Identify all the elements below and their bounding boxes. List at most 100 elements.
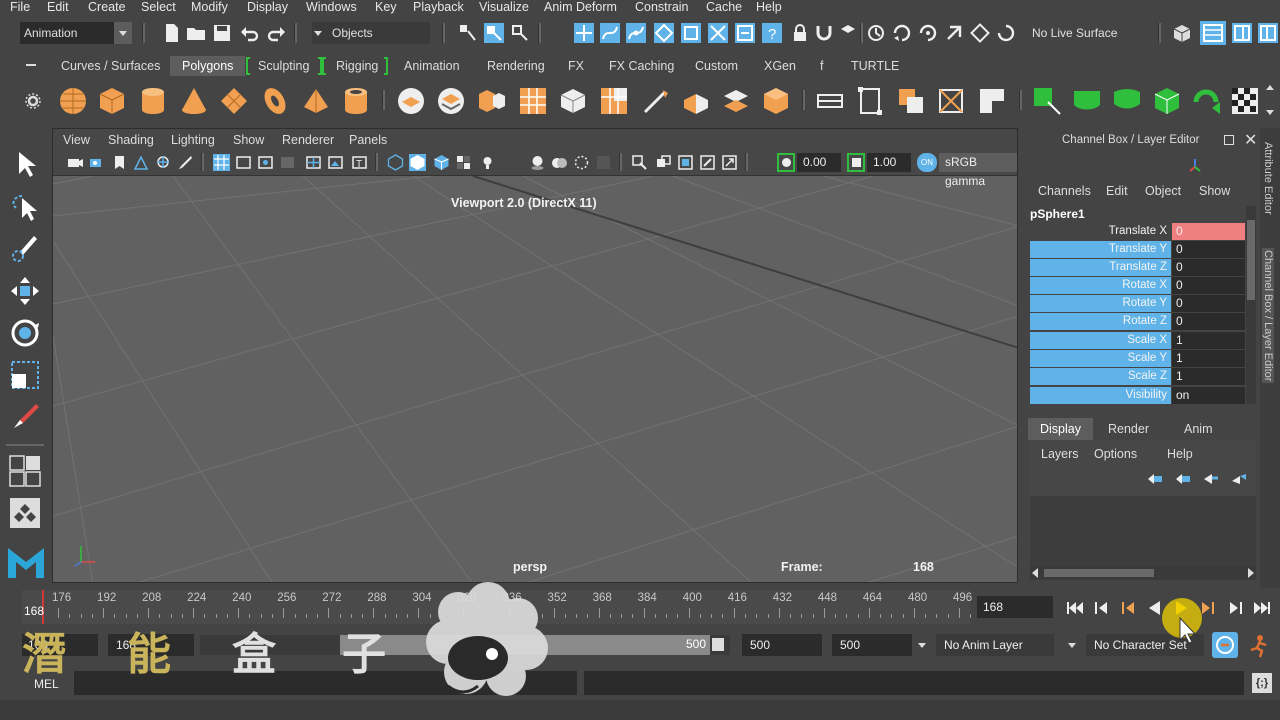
vp-menu-lighting[interactable]: Lighting — [171, 133, 215, 147]
float-panel-icon[interactable] — [1224, 135, 1234, 145]
channel-row[interactable]: Rotate Y0 — [1030, 295, 1245, 312]
tab-sculpting[interactable]: Sculpting — [252, 56, 315, 76]
xray-icon[interactable] — [655, 154, 672, 171]
cb-menu-edit[interactable]: Edit — [1106, 184, 1128, 198]
snap-view-plane-icon[interactable] — [654, 23, 674, 43]
range-end-handle[interactable] — [712, 638, 724, 651]
menuset-dropdown[interactable]: Animation — [20, 22, 132, 44]
menu-constrain[interactable]: Constrain — [635, 0, 689, 14]
multi-cut-icon[interactable] — [855, 86, 885, 116]
channel-name[interactable]: Scale Z — [1030, 368, 1171, 385]
channel-name[interactable]: Scale X — [1030, 332, 1171, 349]
layer-menu-help[interactable]: Help — [1167, 447, 1193, 461]
go-to-start-icon[interactable] — [1065, 598, 1085, 618]
open-folder-icon[interactable] — [186, 23, 206, 43]
undo-icon[interactable] — [240, 23, 260, 43]
gate-mask-icon[interactable] — [279, 154, 296, 171]
snap-live-icon[interactable] — [708, 23, 728, 43]
poly-torus-icon[interactable] — [260, 86, 290, 116]
frame-selection-icon[interactable] — [721, 154, 738, 171]
move-tool-icon[interactable] — [8, 274, 42, 308]
channel-name[interactable]: Translate X — [1030, 223, 1171, 240]
layer-menu-options[interactable]: Options — [1094, 447, 1137, 461]
combine-icon[interactable] — [396, 86, 426, 116]
selection-mode-dropdown[interactable]: Objects — [312, 22, 430, 44]
motion-blur-icon[interactable] — [573, 154, 590, 171]
lights-icon[interactable] — [479, 154, 496, 171]
tab-display[interactable]: Display — [1028, 418, 1093, 440]
image-plane-icon[interactable] — [133, 154, 150, 171]
snap-surface-icon[interactable] — [681, 23, 701, 43]
smooth-icon[interactable] — [518, 86, 548, 116]
move-layer-up-icon[interactable] — [1146, 472, 1164, 486]
channel-row[interactable]: Visibility on — [1030, 387, 1245, 404]
color-management-toggle[interactable]: ON — [917, 153, 937, 172]
viewport-scene[interactable]: Viewport 2.0 (DirectX 11) persp Frame: 1… — [53, 176, 1017, 582]
poly-pyramid-icon[interactable] — [301, 86, 331, 116]
uv-editor-icon[interactable] — [1192, 86, 1222, 116]
range-end-field[interactable]: 500 — [742, 634, 822, 656]
menu-visualize[interactable]: Visualize — [479, 0, 529, 14]
output-ops-icon[interactable] — [918, 23, 938, 43]
construction-history-icon[interactable] — [944, 23, 964, 43]
channel-value[interactable]: 0 — [1172, 295, 1245, 312]
tab-animation[interactable]: Animation — [398, 56, 466, 76]
gear-icon[interactable] — [24, 92, 42, 110]
anim-layer-dropdown[interactable]: No Anim Layer — [936, 634, 1054, 656]
textured-icon[interactable] — [455, 154, 472, 171]
cb-menu-channels[interactable]: Channels — [1038, 184, 1091, 198]
shelf-scroll-arrows-icon[interactable] — [1264, 82, 1276, 118]
tab-render[interactable]: Render — [1096, 418, 1161, 440]
auto-key-icon[interactable] — [1212, 632, 1238, 658]
channel-box-options-icon[interactable] — [1186, 156, 1204, 174]
menu-file[interactable]: File — [10, 0, 30, 14]
grid-toggle-icon[interactable] — [213, 154, 230, 171]
wireframe-on-shaded-icon[interactable] — [433, 154, 450, 171]
channel-name[interactable]: Visibility — [1030, 387, 1171, 404]
vp-menu-panels[interactable]: Panels — [349, 133, 387, 147]
merge-icon[interactable] — [936, 86, 966, 116]
exposure-field[interactable]: 0.00 — [797, 153, 841, 172]
bridge-icon[interactable] — [721, 86, 751, 116]
save-icon[interactable] — [212, 23, 232, 43]
current-frame-field[interactable]: 168 — [977, 596, 1053, 618]
menu-edit[interactable]: Edit — [47, 0, 69, 14]
extract-icon[interactable] — [477, 86, 507, 116]
scroll-left-icon[interactable] — [1032, 568, 1038, 578]
scroll-right-icon[interactable] — [1248, 568, 1254, 578]
scale-tool-icon[interactable] — [8, 358, 42, 392]
field-chart-icon[interactable] — [305, 154, 322, 171]
exposure-icon[interactable] — [777, 153, 795, 172]
channel-name[interactable]: Rotate X — [1030, 277, 1171, 294]
safe-title-icon[interactable]: T — [351, 154, 368, 171]
camera-attributes-icon[interactable] — [89, 154, 106, 171]
outliner-layout-icon[interactable] — [8, 496, 42, 530]
menu-display[interactable]: Display — [247, 0, 288, 14]
anim-end-field[interactable]: 500 — [832, 634, 912, 656]
select-object-icon[interactable] — [484, 23, 504, 43]
channel-value[interactable]: 0 — [1172, 259, 1245, 276]
tab-anim[interactable]: Anim — [1172, 418, 1224, 440]
channel-value[interactable]: 1 — [1172, 350, 1245, 367]
uv-planar-icon[interactable] — [1032, 86, 1062, 116]
channel-row[interactable]: Rotate Z0 — [1030, 313, 1245, 330]
select-tool-icon[interactable] — [8, 148, 42, 182]
bevel-icon[interactable] — [761, 86, 791, 116]
rotate-tool-icon[interactable] — [8, 316, 42, 350]
viewport-panel[interactable]: View Shading Lighting Show Renderer Pane… — [52, 128, 1018, 583]
layer-hscrollbar[interactable] — [1030, 566, 1256, 580]
go-to-end-icon[interactable] — [1252, 598, 1272, 618]
safe-action-icon[interactable] — [327, 154, 344, 171]
step-forward-frame-icon[interactable] — [1225, 598, 1245, 618]
anti-alias-icon[interactable] — [595, 154, 612, 171]
color-space-dropdown[interactable]: sRGB gamma — [939, 153, 1017, 188]
tab-channel-box[interactable]: Channel Box / Layer Editor — [1262, 248, 1274, 384]
symmetry-icon[interactable] — [838, 23, 858, 43]
poly-sphere-icon[interactable] — [58, 86, 88, 116]
input-ops-icon[interactable] — [892, 23, 912, 43]
menu-cache[interactable]: Cache — [706, 0, 742, 14]
last-tool-icon[interactable] — [8, 400, 42, 434]
move-layer-down-icon[interactable] — [1174, 472, 1192, 486]
poly-cone-icon[interactable] — [179, 86, 209, 116]
channel-value[interactable]: 0 — [1172, 223, 1245, 240]
